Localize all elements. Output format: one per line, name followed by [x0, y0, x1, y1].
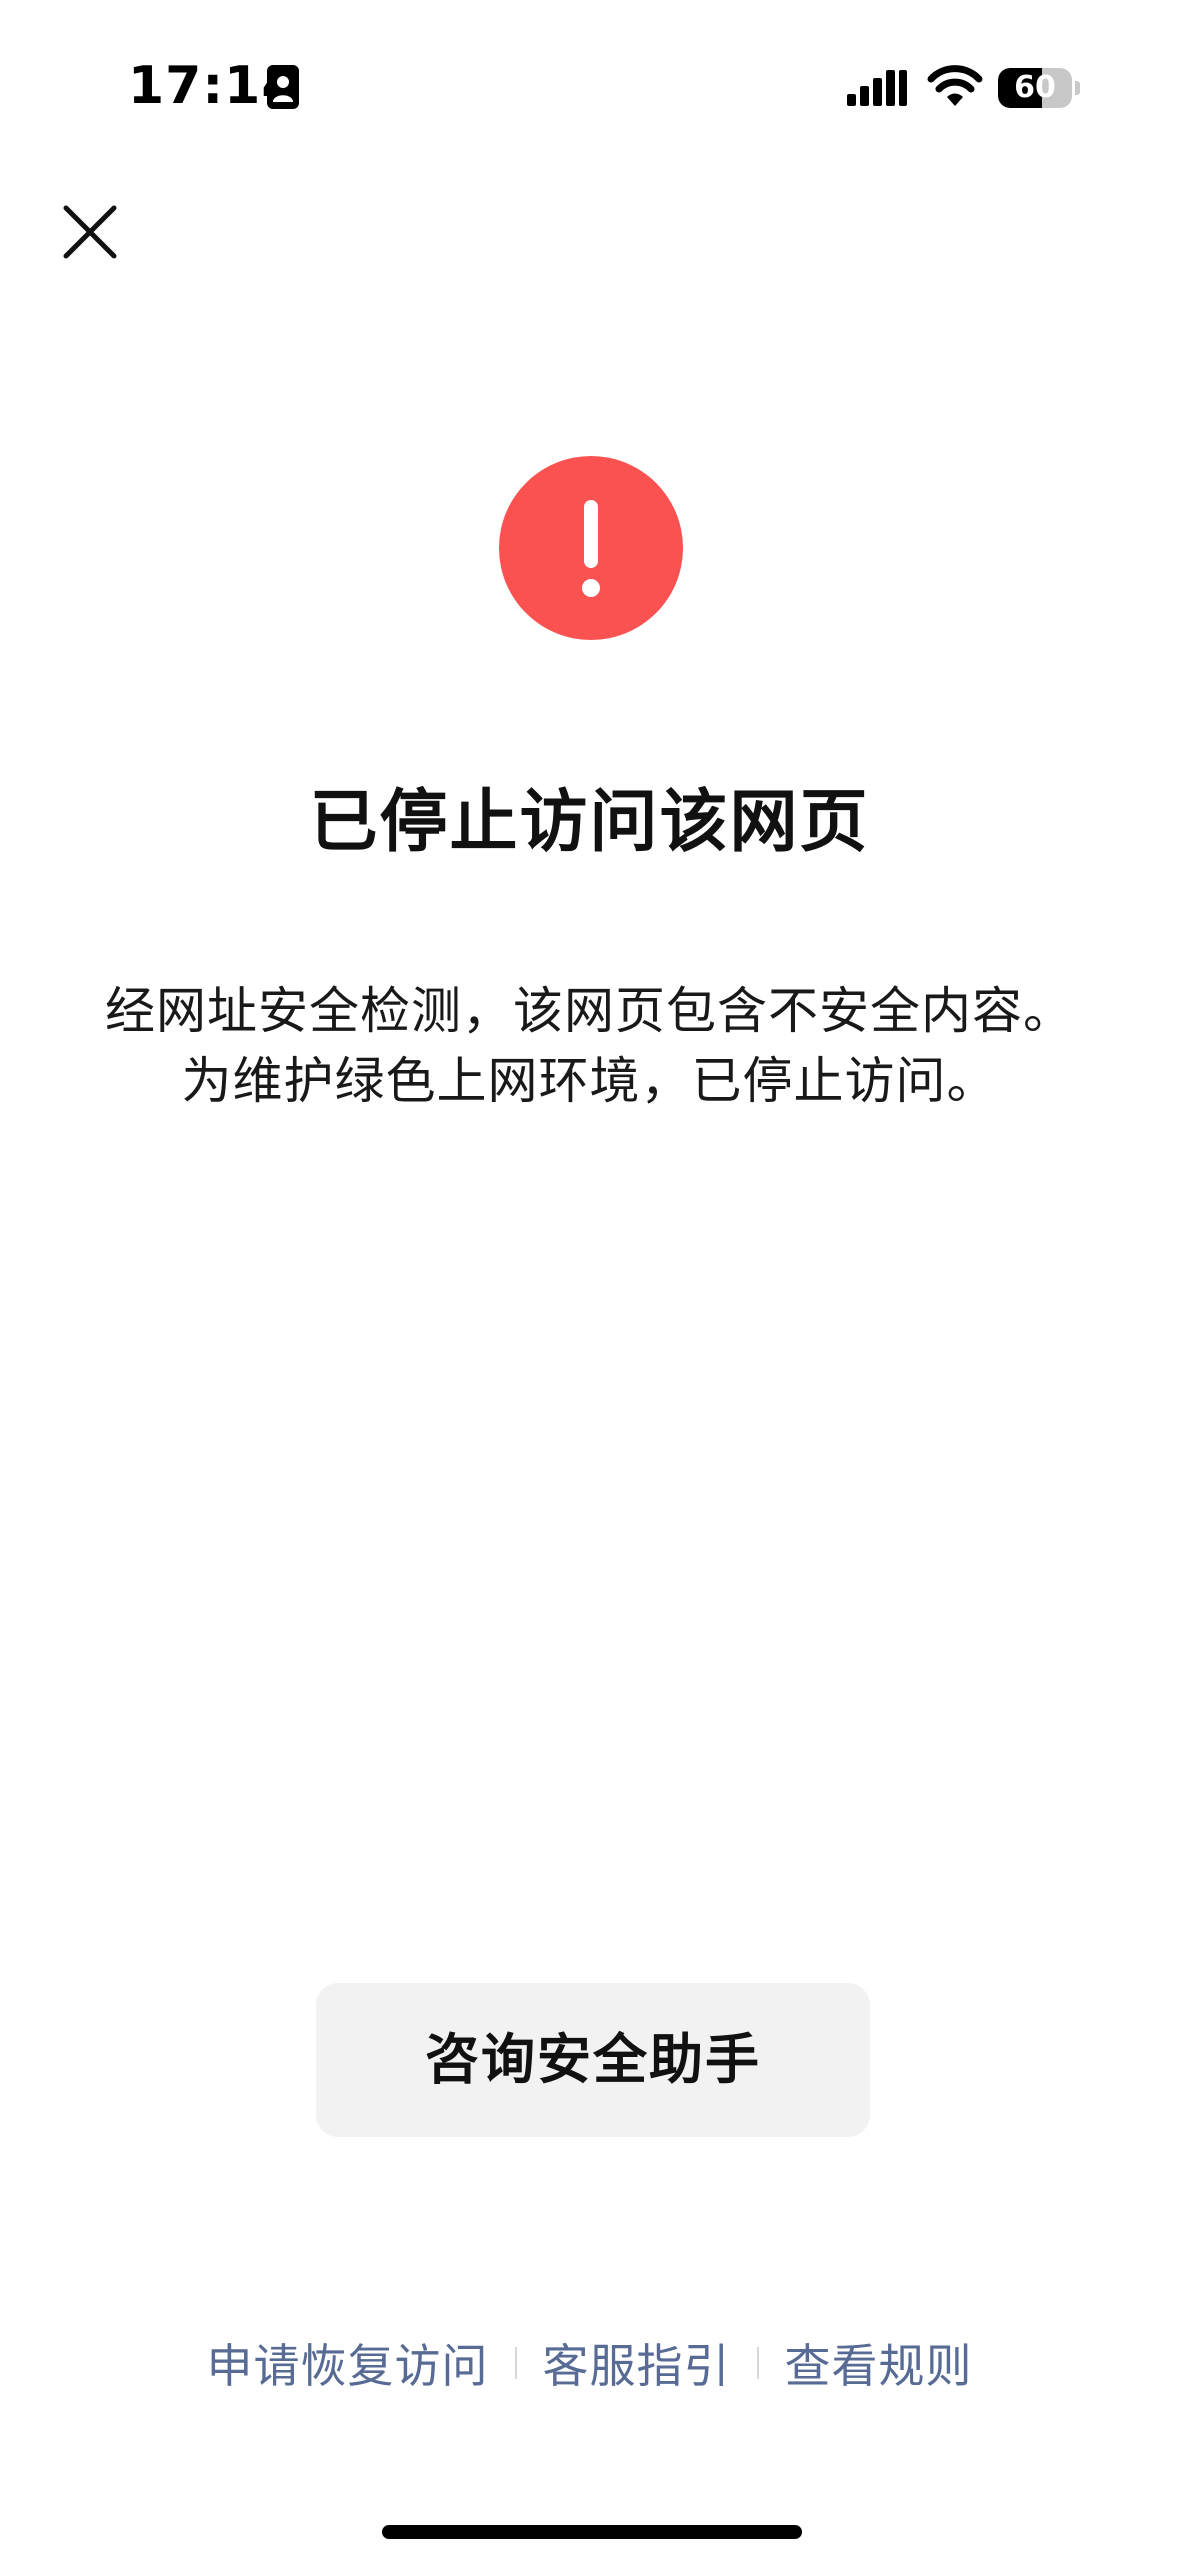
view-rules-link[interactable]: 查看规则: [785, 2330, 973, 2396]
signal-icon: [847, 70, 907, 106]
battery-cap: [1075, 81, 1080, 95]
close-button[interactable]: [58, 200, 122, 264]
battery-level: 60: [1014, 70, 1056, 105]
status-bar: 17:14 60: [0, 0, 1179, 160]
exclamation-icon: [582, 500, 600, 597]
battery-icon: 60: [998, 68, 1080, 108]
close-icon: [63, 205, 117, 259]
battery-body: 60: [998, 68, 1072, 108]
home-indicator[interactable]: [382, 2525, 802, 2539]
consult-security-assistant-button[interactable]: 咨询安全助手: [316, 1983, 870, 2137]
footer-divider: [514, 2347, 517, 2379]
warning-description: 经网址安全检测，该网页包含不安全内容。为维护绿色上网环境，已停止访问。: [105, 982, 1074, 1110]
wifi-icon: [927, 65, 983, 106]
footer-divider: [756, 2347, 759, 2379]
contact-card-icon: [267, 65, 299, 109]
request-restore-access-link[interactable]: 申请恢复访问: [207, 2330, 489, 2396]
warning-icon: [499, 456, 683, 640]
footer-links: 申请恢复访问 客服指引 查看规则: [0, 2328, 1179, 2398]
customer-service-guide-link[interactable]: 客服指引: [543, 2330, 731, 2396]
blocked-page-screen: 17:14 60 已停止访问该网页 经网址安全检测，该网页包含不安全内容。为维护…: [0, 0, 1179, 2556]
page-title: 已停止访问该网页: [309, 783, 870, 862]
